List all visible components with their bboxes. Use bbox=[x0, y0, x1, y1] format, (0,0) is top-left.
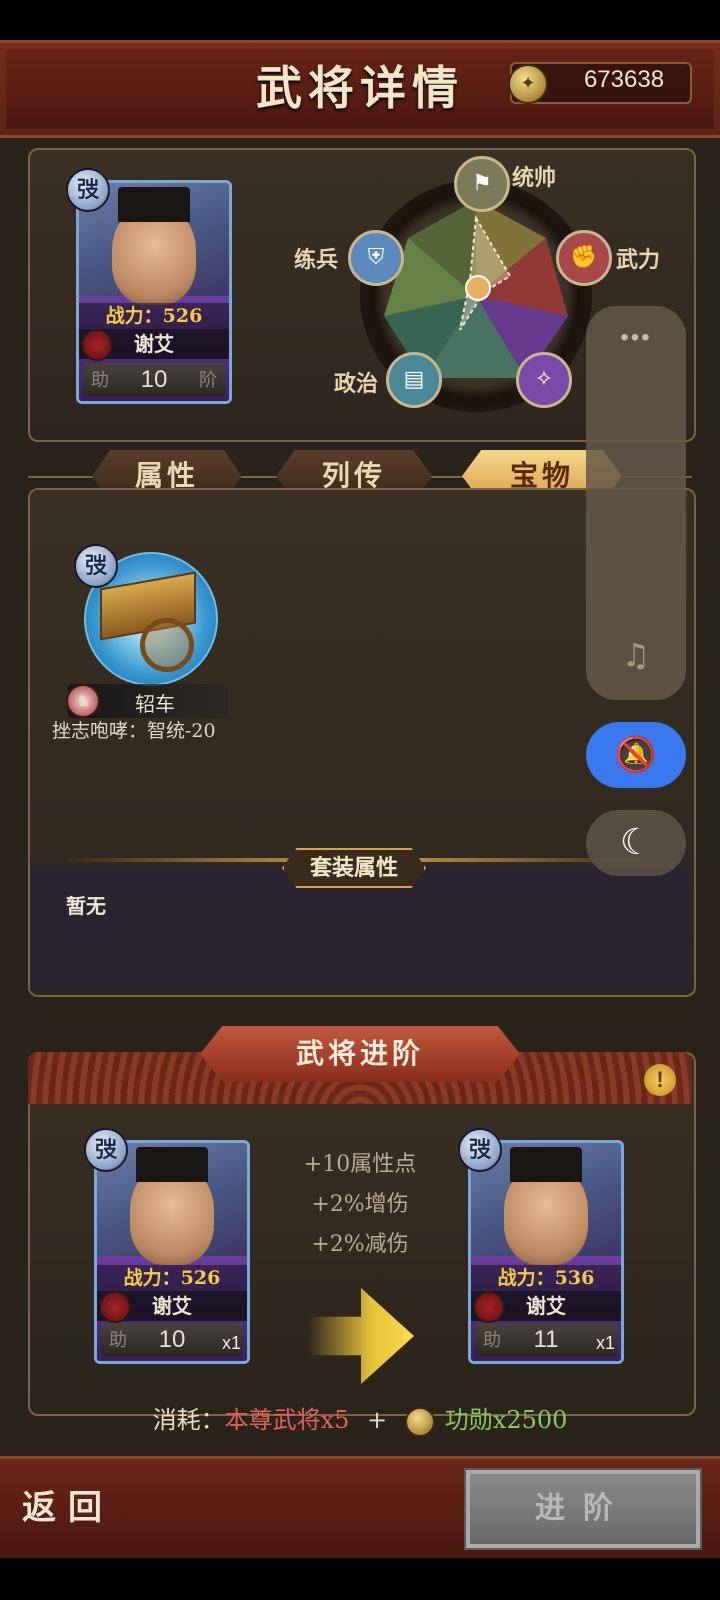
back-button[interactable]: 返回 bbox=[22, 1480, 114, 1529]
faction-dot bbox=[81, 329, 113, 361]
after-rarity-badge: 弢 bbox=[458, 1128, 502, 1172]
after-multiplier: x1 bbox=[595, 1333, 615, 1353]
hero-card[interactable]: 战力：526 谢艾 助 10 阶 bbox=[76, 180, 232, 404]
set-bonus-value: 暂无 bbox=[66, 894, 106, 918]
stat-training-label: 练兵 bbox=[294, 247, 339, 273]
merit-coin-icon bbox=[404, 1406, 435, 1437]
bonus-damage-boost: +2%增伤 bbox=[311, 1192, 409, 1217]
command-icon: ⚑ bbox=[454, 156, 510, 212]
info-icon[interactable]: ! bbox=[644, 1064, 676, 1096]
cost-label: 消耗： bbox=[152, 1406, 225, 1434]
bonus-damage-reduction: +2%减伤 bbox=[311, 1232, 409, 1257]
level-left-label: 助 bbox=[109, 1330, 127, 1350]
force-icon: ✊ bbox=[556, 230, 612, 286]
faction-dot bbox=[473, 1291, 505, 1323]
level-left-label: 助 bbox=[91, 370, 109, 390]
training-icon: ⛨ bbox=[348, 230, 404, 286]
after-level: 11 bbox=[533, 1326, 559, 1353]
level-right-label: 阶 bbox=[199, 370, 217, 390]
before-multiplier: x1 bbox=[221, 1333, 241, 1353]
before-level: 10 bbox=[158, 1326, 186, 1353]
treasure-rarity-badge: 弢 bbox=[74, 544, 118, 588]
before-power: 战力：526 bbox=[97, 1265, 247, 1291]
hero-power: 战力：526 bbox=[79, 303, 229, 329]
after-power: 战力：536 bbox=[471, 1265, 621, 1291]
bonus-attribute-points: +10属性点 bbox=[303, 1152, 417, 1177]
cart-wheel-icon bbox=[140, 618, 194, 672]
intelligence-icon: ✧ bbox=[516, 352, 572, 408]
stat-politics-label: 政治 bbox=[334, 371, 379, 397]
faction-dot bbox=[99, 1291, 131, 1323]
hero-card-before[interactable]: 战力：526 谢艾 助 10 x1 bbox=[94, 1140, 250, 1364]
coin-icon: ✦ bbox=[508, 64, 548, 104]
stat-command-label: 统帅 bbox=[512, 165, 557, 191]
bell-off-icon[interactable]: 🔕 bbox=[586, 722, 686, 788]
navigation-bar bbox=[0, 1558, 720, 1600]
status-bar bbox=[0, 0, 720, 40]
music-off-icon[interactable]: ♫ bbox=[616, 636, 656, 676]
moon-icon[interactable]: ☾ bbox=[586, 810, 686, 876]
more-icon[interactable]: ••• bbox=[586, 324, 686, 352]
coin-value: 673638 bbox=[583, 66, 665, 93]
cost-plus: + bbox=[367, 1406, 388, 1434]
hero-card-after[interactable]: 战力：536 谢艾 助 11 x1 bbox=[468, 1140, 624, 1364]
cost-row: 消耗：本尊武将x5 + 功勋x2500 bbox=[0, 1400, 720, 1437]
hero-level-row: 助 10 阶 bbox=[83, 363, 225, 397]
stat-force-label: 武力 bbox=[616, 247, 661, 273]
treasure-effect: 挫志咆哮：智统-20 bbox=[52, 720, 216, 742]
rarity-badge: 弢 bbox=[66, 168, 110, 212]
horse-icon: ♞ bbox=[66, 684, 100, 718]
treasure-name: 轺车 bbox=[135, 692, 175, 716]
advance-title: 武将进阶 bbox=[200, 1026, 520, 1082]
politics-icon: ▤ bbox=[386, 352, 442, 408]
set-bonus-title: 套装属性 bbox=[282, 848, 426, 888]
hero-level: 10 bbox=[140, 366, 168, 393]
cost-hero: 本尊武将x5 bbox=[224, 1406, 350, 1434]
level-left-label: 助 bbox=[483, 1330, 501, 1350]
before-rarity-badge: 弢 bbox=[84, 1128, 128, 1172]
advance-button[interactable]: 进阶 bbox=[464, 1468, 702, 1550]
cost-merit: 功勋x2500 bbox=[444, 1406, 568, 1434]
radar-center bbox=[465, 275, 491, 301]
